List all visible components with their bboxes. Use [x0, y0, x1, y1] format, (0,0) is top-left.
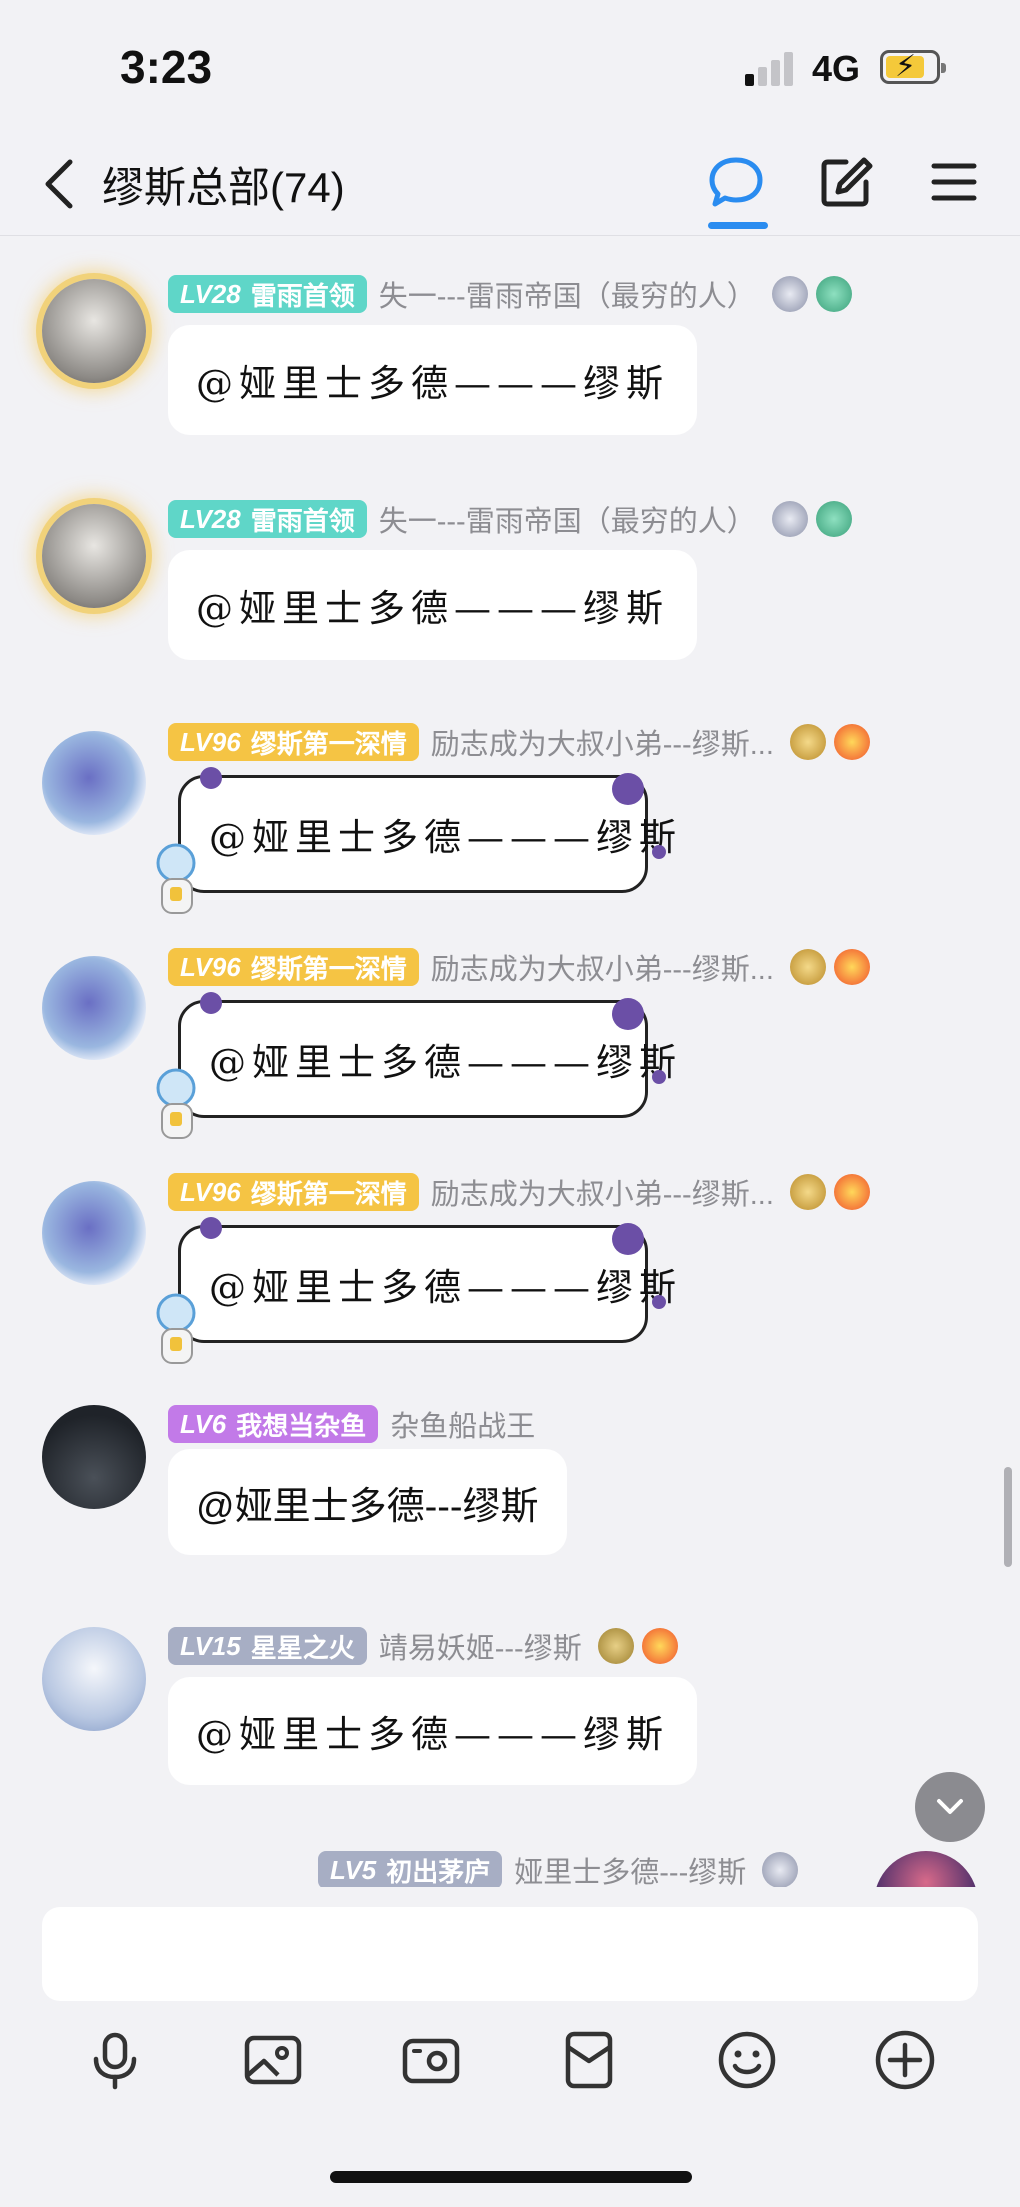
level-badge: LV15 星星之火 [168, 1627, 367, 1665]
sender-nickname[interactable]: 失一---雷雨帝国（最穷的人） [379, 498, 756, 540]
chat-bubble-icon[interactable] [706, 152, 766, 212]
sender-nickname[interactable]: 励志成为大叔小弟---缪斯... [431, 1171, 774, 1213]
signal-icon [745, 52, 797, 86]
sender-nickname[interactable]: 励志成为大叔小弟---缪斯... [431, 946, 774, 988]
battery-icon: ⚡ [880, 50, 946, 84]
shield-badge-icon [771, 501, 808, 537]
camera-icon[interactable] [400, 2029, 462, 2091]
avatar[interactable] [42, 1627, 146, 1731]
back-arrow-icon[interactable] [38, 158, 82, 210]
group-title: 缪斯总部(74) [102, 164, 345, 211]
microphone-icon[interactable] [84, 2029, 146, 2091]
mascot-decoration [150, 841, 208, 921]
emoji-icon[interactable] [716, 2029, 778, 2091]
input-area [0, 1887, 1020, 2207]
level-badge: LV28 雷雨首领 [168, 275, 367, 313]
level-badge: LV96 缪斯第一深情 [168, 1173, 419, 1211]
level-badge: LV96 缪斯第一深情 [168, 948, 419, 986]
avatar[interactable] [874, 1851, 978, 1887]
message-bubble[interactable]: @娅里士多德———缪斯 [168, 550, 697, 660]
sender-nickname[interactable]: 励志成为大叔小弟---缪斯... [431, 721, 774, 763]
sender-nickname[interactable]: 靖易妖姬---缪斯 [379, 1625, 582, 1667]
fire-icon [833, 949, 870, 985]
crown-badge-icon [597, 1628, 634, 1664]
virus-decoration [652, 845, 666, 859]
fire-icon [641, 1628, 678, 1664]
avatar[interactable] [42, 1405, 146, 1509]
message-input[interactable] [42, 1907, 978, 2001]
avatar[interactable] [42, 956, 146, 1060]
red-packet-icon[interactable] [558, 2029, 620, 2091]
virus-decoration [652, 1070, 666, 1084]
message-bubble[interactable]: @娅里士多德---缪斯 [168, 1449, 567, 1555]
message-bubble[interactable]: @娅里士多德———缪斯 [168, 325, 697, 435]
network-type: 4G [812, 48, 861, 89]
image-icon[interactable] [242, 2029, 304, 2091]
virus-decoration [612, 1223, 644, 1255]
add-icon[interactable] [874, 2029, 936, 2091]
status-time: 3:23 [120, 41, 213, 93]
avatar[interactable] [42, 731, 146, 835]
level-badge: LV5 初出茅庐 [318, 1851, 503, 1887]
crown-badge-icon [789, 1174, 826, 1210]
virus-decoration [200, 767, 222, 789]
v-badge-icon [762, 1852, 799, 1887]
dragon-badge-icon [815, 276, 852, 312]
virus-decoration [652, 1295, 666, 1309]
virus-decoration [612, 773, 644, 805]
sender-nickname[interactable]: 娅里士多德---缪斯 [514, 1849, 746, 1887]
scroll-to-bottom-button[interactable] [915, 1772, 985, 1842]
active-tab-indicator [708, 222, 768, 229]
edit-icon[interactable] [816, 152, 876, 212]
mascot-decoration [150, 1291, 208, 1371]
sender-nickname[interactable]: 失一---雷雨帝国（最穷的人） [379, 273, 756, 315]
shield-badge-icon [771, 276, 808, 312]
home-indicator[interactable] [330, 2171, 692, 2183]
avatar[interactable] [42, 1181, 146, 1285]
nav-bar: 缪斯总部(74) [0, 130, 1020, 236]
crown-badge-icon [789, 724, 826, 760]
fire-icon [833, 724, 870, 760]
level-badge: LV6 我想当杂鱼 [168, 1405, 379, 1443]
message-bubble[interactable]: @娅里士多德———缪斯 [178, 775, 676, 893]
crown-badge-icon [789, 949, 826, 985]
message-bubble[interactable]: @娅里士多德———缪斯 [178, 1000, 676, 1118]
dragon-badge-icon [815, 501, 852, 537]
mascot-decoration [150, 1066, 208, 1146]
virus-decoration [612, 998, 644, 1030]
virus-decoration [200, 992, 222, 1014]
chevron-down-icon [937, 1799, 963, 1814]
virus-decoration [200, 1217, 222, 1239]
message-bubble[interactable]: @娅里士多德———缪斯 [178, 1225, 676, 1343]
menu-icon[interactable] [924, 152, 984, 212]
status-bar: 3:23 4G ⚡ [0, 0, 1020, 130]
avatar[interactable] [42, 504, 146, 608]
chat-list[interactable]: LV28 雷雨首领 失一---雷雨帝国（最穷的人） @娅里士多德———缪斯 LV2… [0, 237, 1020, 1887]
scrollbar[interactable] [1004, 1467, 1012, 1567]
fire-icon [833, 1174, 870, 1210]
level-badge: LV28 雷雨首领 [168, 500, 367, 538]
level-badge: LV96 缪斯第一深情 [168, 723, 419, 761]
avatar[interactable] [42, 279, 146, 383]
sender-nickname[interactable]: 杂鱼船战王 [390, 1403, 535, 1445]
message-bubble[interactable]: @娅里士多德———缪斯 [168, 1677, 697, 1785]
